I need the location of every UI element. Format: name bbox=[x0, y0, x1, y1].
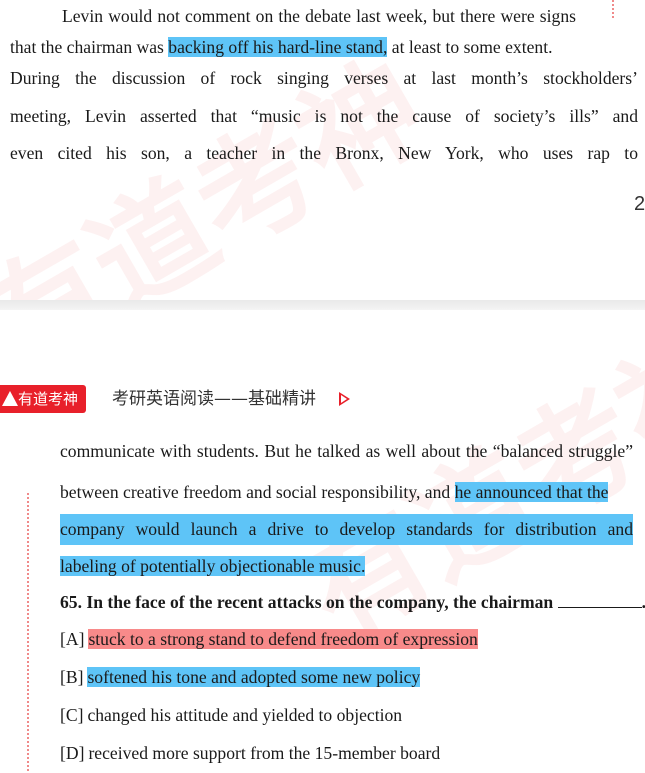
text-line-3: During the discussion of rock singing ve… bbox=[10, 68, 638, 88]
course-header: 有道考神 考研英语阅读——基础精讲 bbox=[0, 385, 645, 413]
highlighted-phrase: backing off his hard-line stand, bbox=[168, 37, 388, 57]
margin-dots bbox=[27, 493, 31, 771]
page-number: 2 bbox=[634, 193, 645, 215]
margin-dots bbox=[612, 0, 616, 18]
text-line: between creative freedom and social resp… bbox=[60, 477, 633, 508]
option-label: [C] bbox=[60, 705, 84, 725]
text-line-4: meeting, Levin asserted that “music is n… bbox=[10, 106, 638, 126]
highlighted-line: company would launch a drive to develop … bbox=[60, 514, 633, 545]
option-text: received more support from the 15-member… bbox=[88, 743, 441, 763]
option-d[interactable]: [D] received more support from the 15-mem… bbox=[60, 738, 440, 769]
text-line: that the chairman was backing off his ha… bbox=[10, 32, 638, 63]
option-label: [A] bbox=[60, 629, 85, 649]
text-line-1: communicate with students. But he talked… bbox=[60, 441, 633, 461]
question-end: . bbox=[642, 592, 645, 612]
brand-name: 有道考神 bbox=[18, 390, 79, 408]
text-line: even cited his son, a teacher in the Bro… bbox=[10, 138, 638, 169]
text-line-3: company would launch a drive to develop … bbox=[60, 519, 633, 539]
page-separator bbox=[0, 300, 645, 310]
text-line: labeling of potentially objectionable mu… bbox=[60, 551, 366, 582]
option-label: [D] bbox=[60, 743, 85, 763]
text-line-1: Levin would not comment on the debate la… bbox=[62, 6, 576, 26]
play-triangle-icon[interactable] bbox=[339, 392, 350, 406]
highlighted-phrase: labeling of potentially objectionable mu… bbox=[60, 556, 366, 576]
question-stem: 65. In the face of the recent attacks on… bbox=[60, 587, 645, 618]
option-label: [B] bbox=[60, 667, 84, 687]
option-b[interactable]: [B] softened his tone and adopted some ne… bbox=[60, 662, 421, 693]
brand-badge: 有道考神 bbox=[0, 385, 86, 413]
option-text: softened his tone and adopted some new p… bbox=[87, 667, 421, 687]
text-segment: that the chairman was bbox=[10, 37, 164, 57]
text-segment: between creative freedom and social resp… bbox=[60, 482, 451, 502]
bottom-page: 有道考神 有道考神 考研英语阅读——基础精讲 communicate with … bbox=[0, 310, 645, 773]
option-a[interactable]: [A] stuck to a strong stand to defend fre… bbox=[60, 624, 478, 655]
text-line-5: even cited his son, a teacher in the Bro… bbox=[10, 143, 638, 163]
text-segment: at least to some extent. bbox=[391, 37, 553, 57]
text-line: meeting, Levin asserted that “music is n… bbox=[10, 101, 638, 132]
course-title: 考研英语阅读——基础精讲 bbox=[112, 389, 316, 409]
highlighted-phrase: he announced that the bbox=[454, 482, 609, 502]
option-c[interactable]: [C] changed his attitude and yielded to o… bbox=[60, 700, 402, 731]
option-text: changed his attitude and yielded to obje… bbox=[87, 705, 403, 725]
top-page: 有道考神 Levin would not comment on the deba… bbox=[0, 0, 645, 300]
text-line: Levin would not comment on the debate la… bbox=[62, 1, 576, 32]
option-text: stuck to a strong stand to defend freedo… bbox=[88, 629, 478, 649]
answer-blank bbox=[557, 591, 642, 608]
text-line: During the discussion of rock singing ve… bbox=[10, 63, 638, 94]
brand-logo-icon bbox=[2, 391, 18, 406]
question-text: 65. In the face of the recent attacks on… bbox=[60, 592, 554, 612]
text-line: communicate with students. But he talked… bbox=[60, 436, 633, 467]
